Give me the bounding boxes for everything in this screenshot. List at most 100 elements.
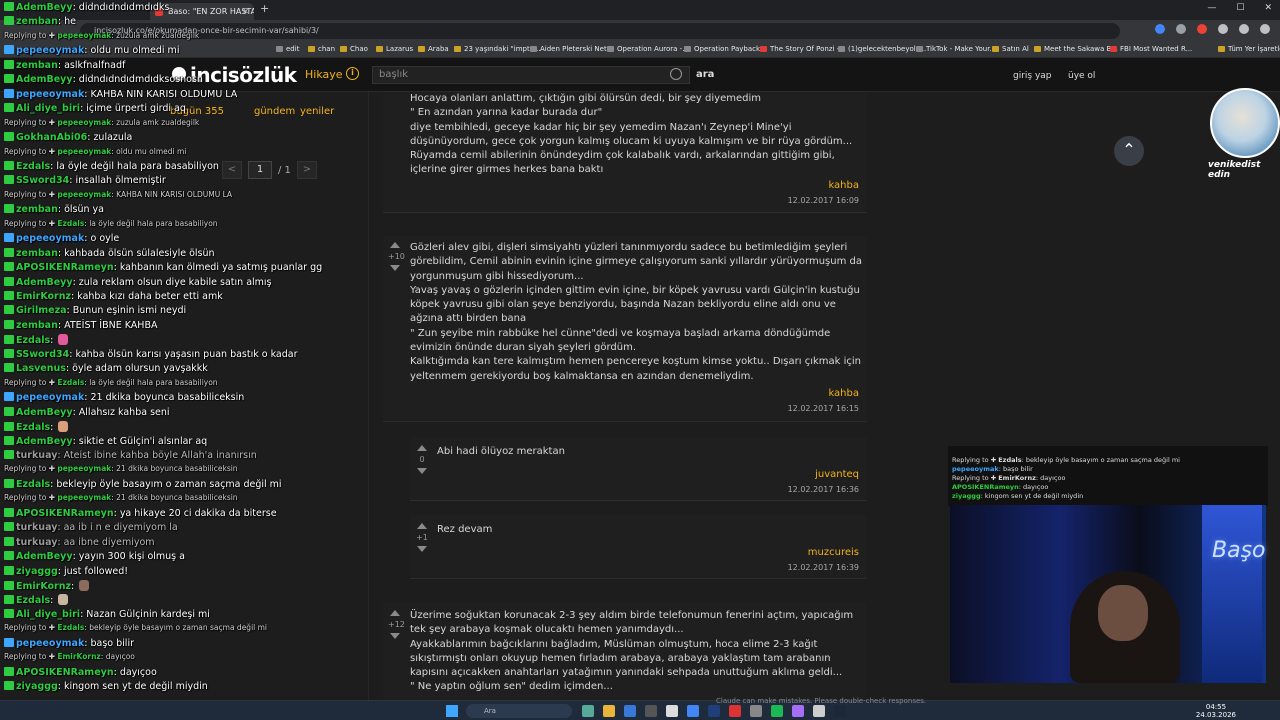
vote-control: +1 <box>415 523 429 552</box>
menu-icon[interactable] <box>1260 24 1270 34</box>
entry-author[interactable]: muzcureis <box>808 547 859 558</box>
close-window-icon[interactable]: ✕ <box>1264 3 1272 13</box>
pagination: < 1 / 1 > <box>222 160 317 180</box>
prev-page-button[interactable]: < <box>222 161 242 179</box>
entry-date[interactable]: 12.02.2017 16:39 <box>788 563 859 572</box>
bookmarks-bar: edit chan Chao Lazarus Araba 23 yaşındak… <box>0 42 1280 58</box>
upvote-icon[interactable] <box>390 242 400 248</box>
youtube-favicon-icon <box>155 8 163 16</box>
column-divider <box>368 92 369 700</box>
info-icon[interactable]: i <box>346 67 359 80</box>
entry-date[interactable]: 12.02.2017 16:15 <box>788 404 859 413</box>
scroll-to-top-button[interactable]: ⌃ <box>1114 136 1144 166</box>
bookmark[interactable]: FBI Most Wanted R... <box>1110 45 1192 53</box>
site-logo[interactable]: incisözlük <box>190 63 297 87</box>
entry-date[interactable]: 12.02.2017 16:09 <box>788 196 859 205</box>
downvote-icon[interactable] <box>417 468 427 474</box>
bookmark[interactable]: 23 yaşındaki "impto... <box>454 45 541 53</box>
explorer-icon[interactable] <box>603 705 615 717</box>
bookmark[interactable]: Satın Al <box>992 45 1029 53</box>
app-icon[interactable] <box>729 705 741 717</box>
signup-link[interactable]: üye ol <box>1068 71 1095 81</box>
app-icon[interactable] <box>582 705 594 717</box>
new-tab-icon[interactable]: + <box>260 2 269 15</box>
login-link[interactable]: giriş yap <box>1013 71 1052 81</box>
extension-icon[interactable] <box>1197 24 1207 34</box>
entry: +12 Üzerime soğuktan korunacak 2-3 şey a… <box>383 602 867 700</box>
bookmark[interactable]: Lazarus <box>376 45 413 53</box>
extension-icon[interactable] <box>1218 24 1228 34</box>
entry-author[interactable]: kahba <box>828 180 859 191</box>
app-icon[interactable] <box>666 705 678 717</box>
app-icon[interactable] <box>645 705 657 717</box>
downvote-icon[interactable] <box>390 633 400 639</box>
hikaye-link[interactable]: Hikaye <box>305 68 343 81</box>
bookmark[interactable]: Meet the Sakawa B... <box>1034 45 1118 53</box>
browser-tabbar: Baso: "EN ZOR HASTAM K... ✕ + — ☐ ✕ <box>0 0 1280 20</box>
bookmark[interactable]: chan <box>308 45 335 53</box>
entry-author[interactable]: juvanteq <box>815 469 859 480</box>
entry-author[interactable]: kahba <box>828 388 859 399</box>
steam-icon[interactable] <box>834 705 846 717</box>
entry-date[interactable]: 12.02.2017 16:36 <box>788 485 859 494</box>
bookmark[interactable]: Aiden Pleterski Net... <box>530 45 613 53</box>
bookmark[interactable]: Araba <box>418 45 449 53</box>
today-count[interactable]: bugün 355 <box>170 106 224 117</box>
vote-count: 0 <box>419 455 425 464</box>
downvote-icon[interactable] <box>417 546 427 552</box>
bookmark[interactable]: (1)gelecektenbeyolc... <box>838 45 926 53</box>
page-total: / 1 <box>278 164 291 176</box>
tab-close-icon[interactable]: ✕ <box>242 3 249 20</box>
browser-tab-active[interactable]: Baso: "EN ZOR HASTAM K... ✕ <box>150 3 254 20</box>
entry: +1 Rez devam muzcureis 12.02.2017 16:39 <box>410 515 867 579</box>
search-button[interactable]: ara <box>696 69 714 80</box>
entry-text: Rez devam <box>437 524 493 535</box>
app-icon[interactable] <box>708 705 720 717</box>
gundem-link[interactable]: gündem <box>254 106 295 117</box>
page-select[interactable]: 1 <box>248 161 272 179</box>
extension-icon[interactable] <box>1176 24 1186 34</box>
vote-count: +1 <box>416 533 428 542</box>
bookmark[interactable]: The Story Of Ponzi -... <box>760 45 846 53</box>
yeniler-link[interactable]: yeniler <box>300 106 334 117</box>
entry: Hocaya olanları anlattım, çıktığın gibi … <box>383 92 867 213</box>
minimize-icon[interactable]: — <box>1207 3 1216 13</box>
maximize-icon[interactable]: ☐ <box>1236 3 1244 13</box>
overlay-note: Claude can make mistakes. Please double-… <box>716 697 927 705</box>
upvote-icon[interactable] <box>417 523 427 529</box>
system-clock[interactable]: 04:55 24.03.2026 <box>1196 703 1236 719</box>
search-input[interactable]: başlık <box>372 66 690 84</box>
led-panel <box>1202 505 1262 683</box>
extension-icon[interactable] <box>1155 24 1165 34</box>
app-icon[interactable] <box>624 705 636 717</box>
streamer-face <box>1098 585 1148 641</box>
browser-extension-icons <box>1155 24 1270 34</box>
chrome-icon[interactable] <box>687 705 699 717</box>
bookmark[interactable]: Operation Payback... <box>684 45 767 53</box>
app-icon[interactable] <box>792 705 804 717</box>
bookmark[interactable]: Operation Aurora -... <box>607 45 689 53</box>
bookmark[interactable]: Tüm Yer İşaretleri <box>1218 45 1280 53</box>
bookmark[interactable]: edit <box>276 45 299 53</box>
app-icon[interactable] <box>750 705 762 717</box>
downvote-icon[interactable] <box>390 265 400 271</box>
upvote-icon[interactable] <box>390 610 400 616</box>
taskbar-search[interactable]: Ara <box>466 704 572 718</box>
search-icon[interactable] <box>670 68 682 80</box>
upvote-icon[interactable] <box>417 445 427 451</box>
logo-icon <box>172 67 186 81</box>
entry-text: Abi hadi ölüyoz meraktan <box>437 446 565 457</box>
spotify-icon[interactable] <box>771 705 783 717</box>
bookmark[interactable]: Chao <box>340 45 368 53</box>
app-icon[interactable] <box>813 705 825 717</box>
vote-count: +12 <box>388 620 405 629</box>
entry: +10 Gözleri alev gibi, dişleri simsiyaht… <box>383 236 867 422</box>
address-bar[interactable]: incisozluk.co/e/okumadan-once-bir-secimi… <box>80 23 1120 39</box>
profile-icon[interactable] <box>1239 24 1249 34</box>
bookmark[interactable]: TikTok - Make Your... <box>916 45 996 53</box>
neon-sign: Başo <box>1212 538 1266 563</box>
windows-start-icon[interactable] <box>446 705 458 717</box>
avatar-caption: venikedist edin <box>1208 160 1261 180</box>
stream-chat-overlay: Replying to ✚ Ezdals: bekleyip öyle basa… <box>948 446 1268 506</box>
next-page-button[interactable]: > <box>296 161 317 179</box>
